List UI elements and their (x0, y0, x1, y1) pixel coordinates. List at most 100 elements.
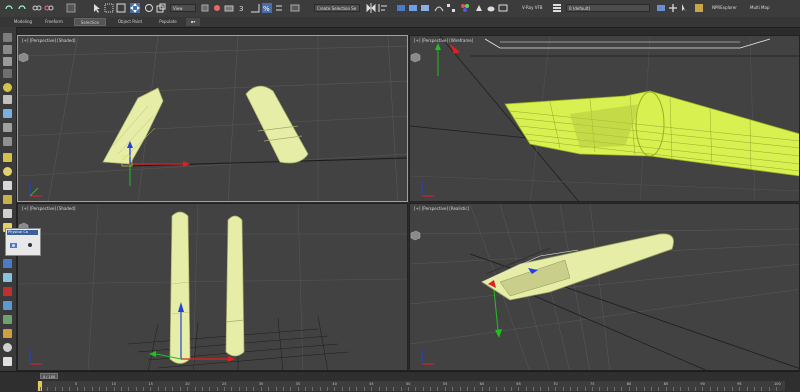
window-crossing-icon[interactable] (116, 3, 126, 13)
snap-icon[interactable]: 3 (238, 3, 248, 13)
target-icon[interactable] (3, 209, 12, 218)
select-manipulate-icon[interactable] (212, 3, 222, 13)
percent-snap-icon[interactable]: % (262, 3, 272, 13)
scale-icon[interactable] (156, 3, 166, 13)
omni-light-icon[interactable] (3, 195, 12, 204)
teapot-icon[interactable] (486, 3, 496, 13)
physical-camera-popup[interactable]: Physical Ca (5, 228, 41, 256)
ribbon-tab-bar: Modeling Freeform Selection Object Paint… (0, 17, 800, 28)
filter-icon[interactable] (3, 69, 12, 78)
tab-modeling[interactable]: Modeling (10, 18, 36, 26)
timeline-tick-mark (776, 387, 777, 391)
select-in-layer-icon[interactable] (680, 3, 690, 13)
viewport-label[interactable]: [+] [Perspective] [Shaded] (22, 38, 76, 43)
timeline-tick-mark (474, 387, 476, 391)
schematic-view-icon[interactable] (446, 3, 456, 13)
select-region-icon[interactable] (104, 3, 114, 13)
edit-named-selection-icon[interactable] (290, 3, 300, 13)
sphere-icon[interactable] (3, 167, 12, 176)
timeline-tick-mark (739, 387, 741, 391)
timeline-tick-label: 20 (185, 382, 190, 386)
multi-map-tab[interactable]: Multi Map (750, 5, 770, 10)
timeline-tick-mark (385, 387, 387, 391)
timeline-tick-mark (246, 387, 248, 391)
ribbon-options-button[interactable]: ▪▾ (186, 18, 200, 26)
camera-icon[interactable] (9, 240, 19, 250)
viewport-top-right[interactable]: [+] [Perspective] [Wireframe] (409, 35, 800, 202)
viewport-label[interactable]: [+] [Perspective] [Shaded] (22, 206, 76, 211)
layer-dropdown[interactable]: 0 (default) (566, 4, 650, 12)
unlink-icon[interactable] (44, 3, 54, 13)
timeline-tick-mark (415, 387, 417, 391)
frame-counter[interactable]: 0 / 100 (40, 373, 58, 379)
viewport-label[interactable]: [+] [Perspective] [Wireframe] (414, 38, 473, 43)
align-icon[interactable] (378, 3, 388, 13)
utilities-icon[interactable] (3, 343, 12, 352)
camera-icon[interactable] (3, 95, 12, 104)
mirror-icon[interactable] (366, 3, 376, 13)
environment-icon[interactable] (3, 273, 12, 282)
viewport-bottom-left[interactable]: [+] [Perspective] [Shaded] (17, 203, 408, 371)
curve-editor-icon[interactable] (434, 3, 444, 13)
bind-space-warp-icon[interactable] (66, 3, 76, 13)
toggle-ribbon-icon[interactable] (420, 3, 430, 13)
globe-icon[interactable] (3, 357, 12, 366)
create-layer-icon[interactable] (656, 3, 666, 13)
select-object-icon[interactable] (92, 3, 102, 13)
keyboard-shortcut-icon[interactable] (224, 3, 234, 13)
viewport-top-left[interactable]: [+] [Perspective] [Shaded] (17, 35, 408, 202)
physical-camera-icon[interactable] (3, 259, 12, 268)
viewport-label[interactable]: [+] [Perspective] [Realistic] (414, 206, 469, 211)
scene-explorer-icon[interactable] (3, 33, 12, 42)
target-dot-icon[interactable] (25, 240, 35, 250)
layers-icon[interactable] (3, 57, 12, 66)
layer-explorer-icon[interactable] (396, 3, 406, 13)
rotate-icon[interactable] (144, 3, 154, 13)
timeline-tick-mark (488, 387, 490, 391)
view-cube-icon[interactable] (410, 52, 421, 63)
helper-icon[interactable] (3, 123, 12, 132)
toggle-scene-explorer-icon[interactable] (408, 3, 418, 13)
angle-snap-icon[interactable] (250, 3, 260, 13)
motion-icon[interactable] (3, 315, 12, 324)
svg-text:%: % (263, 5, 270, 13)
reference-coordinate-dropdown[interactable]: View (170, 4, 196, 12)
timeline-tick-mark (209, 387, 211, 391)
tab-object-paint[interactable]: Object Paint (114, 18, 146, 26)
named-selection-dropdown[interactable]: Create Selection Se (314, 4, 360, 12)
layer-manager-icon[interactable] (552, 3, 562, 13)
timeline-tick-mark (665, 387, 667, 391)
hierarchy-icon[interactable] (3, 301, 12, 310)
redo-icon[interactable] (17, 3, 27, 13)
tab-populate[interactable]: Populate (154, 18, 182, 26)
display-icon[interactable] (3, 329, 12, 338)
link-icon[interactable] (32, 3, 42, 13)
render-setup-icon[interactable] (474, 3, 484, 13)
npr-explorer-tab[interactable]: NPRExplorer (712, 5, 737, 10)
viewport-bottom-right[interactable]: [+] [Perspective] [Realistic] (409, 203, 800, 371)
render-frame-icon[interactable] (498, 3, 508, 13)
timeline-tick-mark (680, 387, 682, 391)
pivot-icon[interactable] (200, 3, 210, 13)
tab-selection[interactable]: Selection (74, 18, 106, 26)
modifier-icon[interactable] (3, 287, 12, 296)
sky-icon[interactable] (3, 109, 12, 118)
material-editor-icon[interactable] (460, 3, 470, 13)
view-cube-icon[interactable] (410, 230, 421, 241)
spacewarp-icon[interactable] (3, 137, 12, 146)
tab-freeform[interactable]: Freeform (40, 18, 68, 26)
vray-vfb-label[interactable]: V-Ray VFB (522, 5, 543, 10)
teapot-side-icon[interactable] (3, 181, 12, 190)
set-current-layer-icon[interactable] (694, 3, 704, 13)
undo-icon[interactable] (4, 3, 14, 13)
light-icon[interactable] (3, 83, 12, 92)
spinner-snap-icon[interactable] (274, 3, 284, 13)
list-icon[interactable] (3, 45, 12, 54)
viewport-scene (18, 36, 407, 201)
timeline-tick-label: 60 (479, 382, 485, 386)
timeline-tick-mark (282, 387, 284, 391)
sun-icon[interactable] (3, 153, 12, 162)
move-icon[interactable] (130, 3, 140, 13)
add-to-layer-icon[interactable] (668, 3, 678, 13)
view-cube-icon[interactable] (18, 52, 29, 63)
